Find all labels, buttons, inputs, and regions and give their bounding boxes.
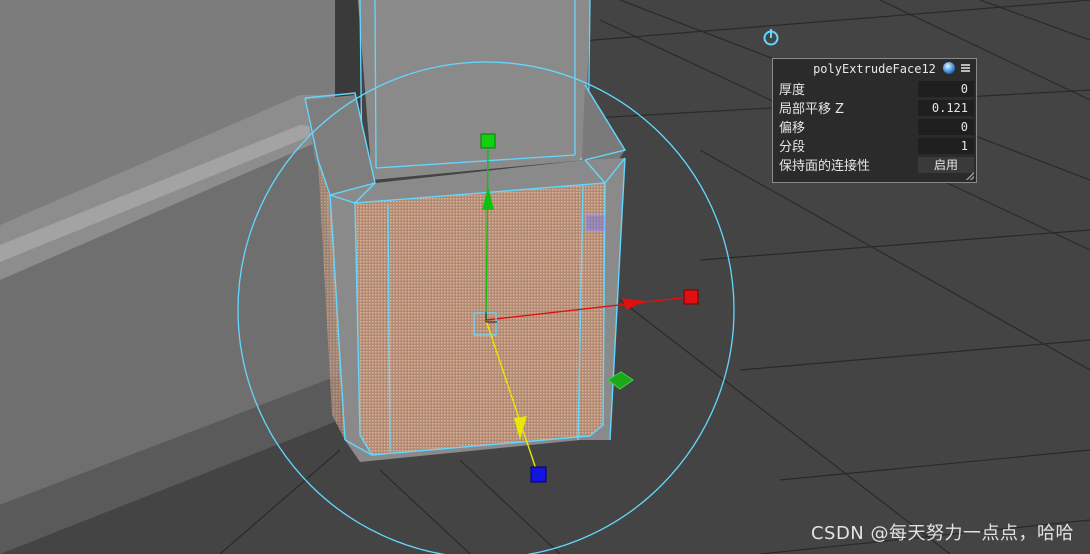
z-axis-handle[interactable]	[530, 466, 547, 483]
hud-value-field[interactable]: 1	[918, 137, 974, 154]
watermark: CSDN @每天努力一点点，哈哈	[810, 523, 1074, 544]
y-axis-handle[interactable]	[480, 133, 496, 149]
menu-icon[interactable]	[961, 64, 970, 72]
maya-viewport[interactable]: polyExtrudeFace12 厚度 0 局部平移 Z 0.121 偏移 0…	[0, 0, 1090, 554]
x-axis-handle[interactable]	[683, 289, 699, 305]
selected-face[interactable]	[355, 183, 605, 455]
column-body	[358, 0, 590, 180]
hud-value-field[interactable]: 0.121	[918, 99, 974, 116]
hud-title: polyExtrudeFace12	[813, 62, 936, 76]
hud-label: 保持面的连接性	[779, 159, 871, 174]
hud-row-keep-faces-together: 保持面的连接性 启用	[773, 155, 976, 174]
hud-row-offset: 偏移 0	[773, 117, 976, 136]
hud-label: 厚度	[779, 83, 806, 98]
hud-row-thickness: 厚度 0	[773, 79, 976, 98]
power-icon[interactable]	[760, 26, 782, 48]
hud-label: 分段	[779, 140, 806, 155]
hud-row-divisions: 分段 1	[773, 136, 976, 155]
extrude-hud-panel[interactable]: polyExtrudeFace12 厚度 0 局部平移 Z 0.121 偏移 0…	[772, 58, 977, 183]
hud-value-field[interactable]: 0	[918, 80, 974, 97]
hud-row-local-translate-z: 局部平移 Z 0.121	[773, 98, 976, 117]
resize-grip-icon[interactable]	[966, 172, 974, 180]
xy-plane-handle[interactable]	[585, 214, 605, 232]
sphere-icon[interactable]	[943, 62, 955, 74]
hud-toggle-button[interactable]: 启用	[918, 156, 974, 173]
hud-label: 偏移	[779, 121, 806, 136]
hud-value-field[interactable]: 0	[918, 118, 974, 135]
hud-label: 局部平移 Z	[779, 102, 845, 117]
hud-title-bar[interactable]: polyExtrudeFace12	[773, 59, 976, 79]
